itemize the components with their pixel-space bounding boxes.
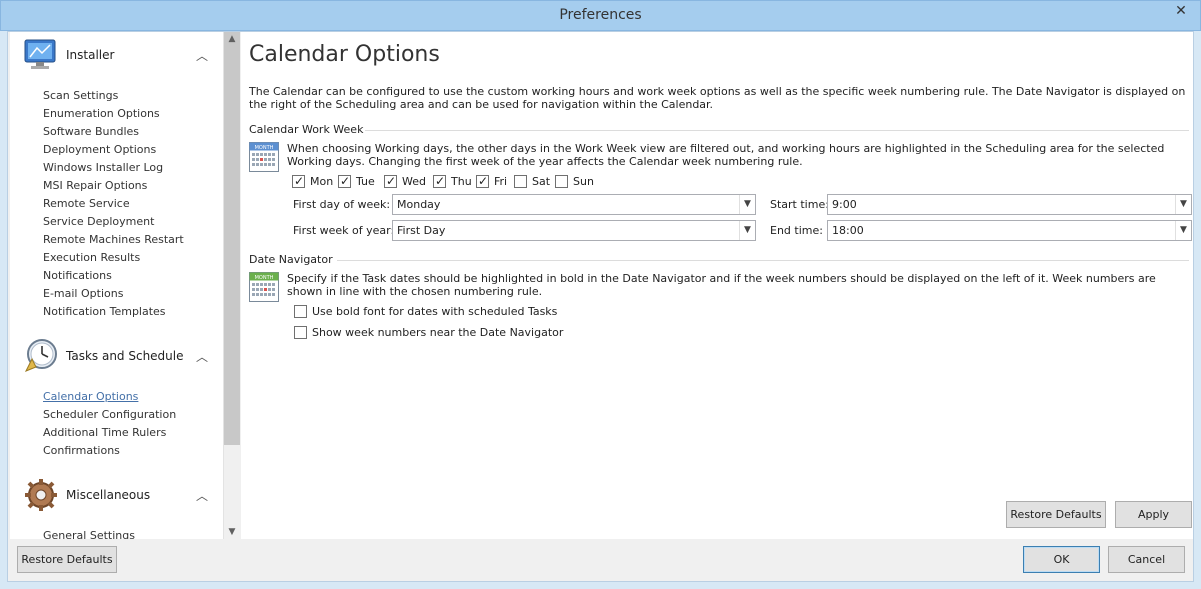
checkbox-label: Sat [532,175,551,188]
chevron-down-icon[interactable]: ▼ [1175,221,1191,240]
sidebar-item-execution-results[interactable]: Execution Results [43,251,140,264]
group-label-installer: Installer [66,48,115,62]
scroll-down-icon[interactable]: ▼ [224,527,240,537]
checkbox-label: Mon [310,175,334,188]
checkbox-box[interactable] [514,175,527,188]
sidebar-item-general-settings[interactable]: General Settings [43,529,135,539]
sidebar: Installer ︿ Scan Settings Enumeration Op… [10,32,223,539]
chevron-down-icon[interactable]: ▼ [739,221,755,240]
group-label-tasks-and-schedule: Tasks and Schedule [66,349,184,363]
section-title-calendar-work-week: Calendar Work Week [249,123,364,136]
sidebar-item-remote-service[interactable]: Remote Service [43,197,130,210]
restore-defaults-button[interactable]: Restore Defaults [17,546,117,573]
checkbox-box[interactable]: ✓ [476,174,489,188]
chevron-down-icon[interactable]: ▼ [739,195,755,214]
sidebar-item-calendar-options[interactable]: Calendar Options [43,390,138,403]
checkmark-icon: ✓ [386,174,397,188]
content-panel: Calendar Options The Calendar can be con… [241,32,1193,539]
sidebar-item-confirmations[interactable]: Confirmations [43,444,120,457]
title-bar: Preferences ✕ [0,0,1201,31]
first-day-label: First day of week: [293,198,391,211]
first-week-value: First Day [397,224,446,237]
gear-icon [25,479,57,511]
section-title-date-navigator: Date Navigator [249,253,333,266]
first-week-select[interactable]: First Day ▼ [392,220,756,241]
date-navigator-description: Specify if the Task dates should be high… [287,272,1156,298]
scroll-up-icon[interactable]: ▲ [224,34,240,44]
checkbox-label: Use bold font for dates with scheduled T… [312,305,558,318]
checkbox-label: Wed [402,175,426,188]
sidebar-scrollbar[interactable]: ▲ ▼ [223,32,240,539]
start-time-value: 9:00 [832,198,857,211]
checkbox-box[interactable] [294,326,307,339]
ok-button[interactable]: OK [1023,546,1100,573]
apply-button[interactable]: Apply [1115,501,1192,528]
calendar-icon: MONTH [249,272,279,302]
sidebar-item-additional-time-rulers[interactable]: Additional Time Rulers [43,426,166,439]
checkbox-box[interactable] [555,175,568,188]
checkmark-icon: ✓ [478,174,489,188]
preferences-window: Installer ︿ Scan Settings Enumeration Op… [7,31,1194,582]
group-header-installer[interactable]: Installer ︿ [22,36,212,76]
scrollbar-thumb[interactable] [224,32,240,445]
monitor-icon [24,39,56,69]
sidebar-item-notifications[interactable]: Notifications [43,269,112,282]
calendar-icon-label: MONTH [255,145,274,151]
sidebar-item-msi-repair-options[interactable]: MSI Repair Options [43,179,147,192]
sidebar-item-email-options[interactable]: E-mail Options [43,287,123,300]
checkbox-label: Tue [356,175,375,188]
sidebar-item-windows-installer-log[interactable]: Windows Installer Log [43,161,163,174]
end-time-label: End time: [770,224,823,237]
section-divider [365,130,1189,131]
calendar-icon: MONTH [249,142,279,172]
checkmark-icon: ✓ [294,174,305,188]
first-day-value: Monday [397,198,441,211]
checkbox-label: Sun [573,175,594,188]
section-divider [337,260,1189,261]
group-header-tasks-and-schedule[interactable]: Tasks and Schedule ︿ [22,337,212,377]
checkbox-label: Show week numbers near the Date Navigato… [312,326,564,339]
sidebar-item-notification-templates[interactable]: Notification Templates [43,305,166,318]
start-time-label: Start time: [770,198,829,211]
page-title: Calendar Options [249,42,440,67]
chevron-down-icon[interactable]: ▼ [1175,195,1191,214]
checkbox-label: Fri [494,175,508,188]
checkbox-box[interactable]: ✓ [292,174,305,188]
end-time-select[interactable]: 18:00 ▼ [827,220,1192,241]
sidebar-item-remote-machines-restart[interactable]: Remote Machines Restart [43,233,184,246]
restore-defaults-page-button[interactable]: Restore Defaults [1006,501,1106,528]
clock-icon [24,339,57,372]
checkmark-icon: ✓ [435,174,446,188]
checkbox-box[interactable]: ✓ [433,174,446,188]
start-time-select[interactable]: 9:00 ▼ [827,194,1192,215]
checkbox-box[interactable]: ✓ [338,174,351,188]
end-time-value: 18:00 [832,224,864,237]
sidebar-item-enumeration-options[interactable]: Enumeration Options [43,107,160,120]
cancel-button[interactable]: Cancel [1108,546,1185,573]
group-label-miscellaneous: Miscellaneous [66,488,151,502]
checkmark-icon: ✓ [340,174,351,188]
chevron-up-icon[interactable]: ︿ [196,487,208,504]
first-day-select[interactable]: Monday ▼ [392,194,756,215]
first-week-label: First week of year: [293,224,395,237]
checkbox-box[interactable] [294,305,307,318]
sidebar-item-scheduler-configuration[interactable]: Scheduler Configuration [43,408,176,421]
checkbox-label: Thu [451,175,472,188]
chevron-up-icon[interactable]: ︿ [196,47,208,64]
close-icon[interactable]: ✕ [1164,2,1198,21]
work-week-description: When choosing Working days, the other da… [287,142,1165,168]
calendar-icon-label: MONTH [255,275,274,281]
checkbox-box[interactable]: ✓ [384,174,397,188]
window-title: Preferences [559,7,642,23]
group-header-miscellaneous[interactable]: Miscellaneous ︿ [22,476,212,516]
sidebar-item-deployment-options[interactable]: Deployment Options [43,143,156,156]
sidebar-item-software-bundles[interactable]: Software Bundles [43,125,139,138]
sidebar-item-scan-settings[interactable]: Scan Settings [43,89,118,102]
sidebar-item-service-deployment[interactable]: Service Deployment [43,215,154,228]
chevron-up-icon[interactable]: ︿ [196,348,208,365]
page-description: The Calendar can be configured to use th… [249,85,1186,111]
